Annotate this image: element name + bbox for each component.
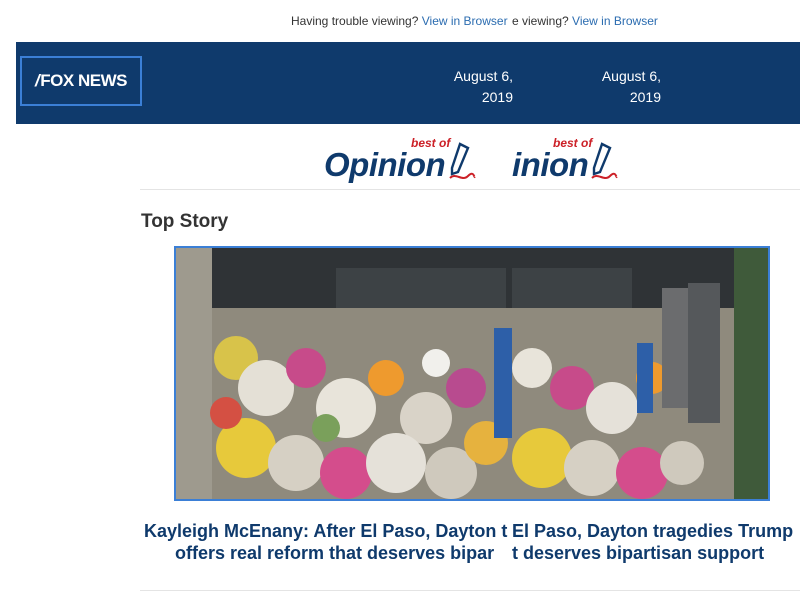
memorial-photo-right — [512, 248, 768, 499]
opinion-wordmark-duplicate: inion — [512, 146, 589, 183]
best-of-tag-duplicate: best of — [553, 136, 593, 150]
logo-text: FOX NEWS — [40, 71, 127, 90]
trouble-viewing-segment-duplicate: e viewing? View in Browser — [512, 14, 662, 28]
newsletter-date-duplicate: August 6, 2019 — [601, 68, 661, 105]
section-divider-bottom — [140, 590, 800, 591]
headline-line1-left: Kayleigh McEnany: After El Paso, Dayton … — [144, 521, 508, 541]
section-divider-top — [140, 189, 800, 190]
child-figure — [494, 328, 512, 438]
header-bar: / FOX NEWS August 6, 2019 August 6, 2019 — [16, 42, 800, 124]
trouble-text-duplicate: e viewing? — [512, 14, 569, 28]
headline-line2-right: t deserves bipartisan support — [512, 543, 765, 563]
newsletter-date: August 6, 2019 — [453, 68, 513, 105]
view-in-browser-link[interactable]: View in Browser — [422, 14, 508, 28]
trouble-text: Having trouble viewing? — [291, 14, 419, 28]
child-figure — [637, 343, 653, 413]
trouble-viewing-segment: Having trouble viewing? View in Browser — [291, 14, 512, 28]
section-title: Top Story — [141, 211, 229, 232]
trouble-viewing-bar: Having trouble viewing? View in Browser … — [0, 0, 800, 42]
headline-line1-right: El Paso, Dayton tragedies Trump — [512, 521, 794, 541]
best-of-opinion-logo-duplicate: inion best of — [510, 136, 622, 186]
logo-slash: / — [35, 71, 40, 90]
view-in-browser-link-duplicate[interactable]: View in Browser — [572, 14, 658, 28]
best-of-opinion-logo: Opinion best of — [322, 136, 478, 186]
fox-news-logo[interactable]: / FOX NEWS — [20, 56, 142, 106]
adult-figure — [688, 283, 720, 423]
pen-icon — [449, 142, 476, 179]
opinion-wordmark: Opinion — [324, 146, 446, 183]
pen-icon — [591, 142, 618, 179]
headline-line2-left: offers real reform that deserves bipar — [175, 543, 495, 563]
best-of-opinion-banner: Opinion best of inion best of — [0, 128, 800, 190]
top-story-photo[interactable] — [174, 246, 770, 501]
adult-figure — [662, 288, 688, 408]
best-of-tag: best of — [411, 136, 451, 150]
memorial-photo-left — [176, 248, 512, 499]
